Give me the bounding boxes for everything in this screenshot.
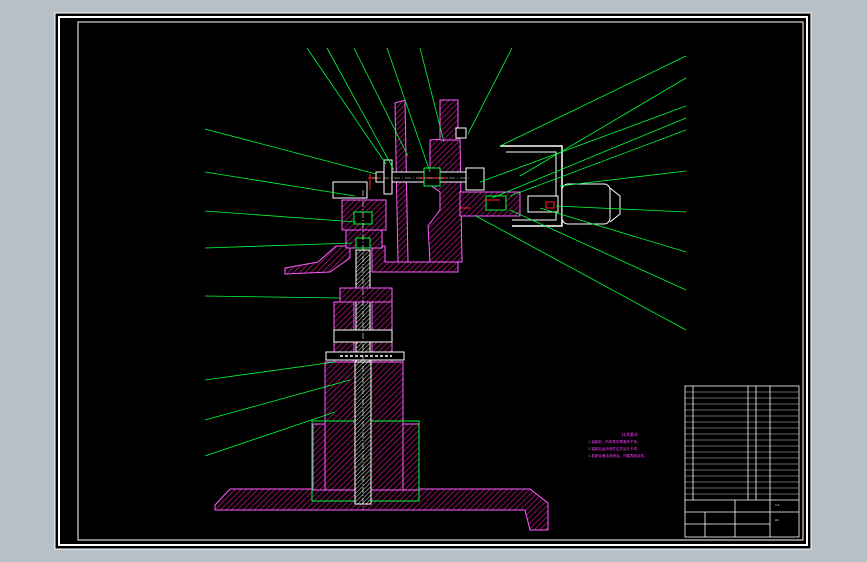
drawing-sheet — [54, 12, 812, 550]
tech-note-line: 1.装配前，所有零件需清洗干净。 — [588, 440, 641, 444]
title-block-scale: 1:1 — [775, 503, 780, 507]
tech-note-line: 2.装配后运动部件应灵活无卡滞。 — [588, 447, 641, 451]
tech-note-line: 3.各配合面涂润滑油，外露表面涂漆。 — [588, 454, 648, 458]
cad-drawing-canvas — [54, 12, 812, 550]
tech-notes-title: 技术要求 — [622, 432, 638, 437]
title-block-sheet: A1 — [775, 518, 779, 522]
